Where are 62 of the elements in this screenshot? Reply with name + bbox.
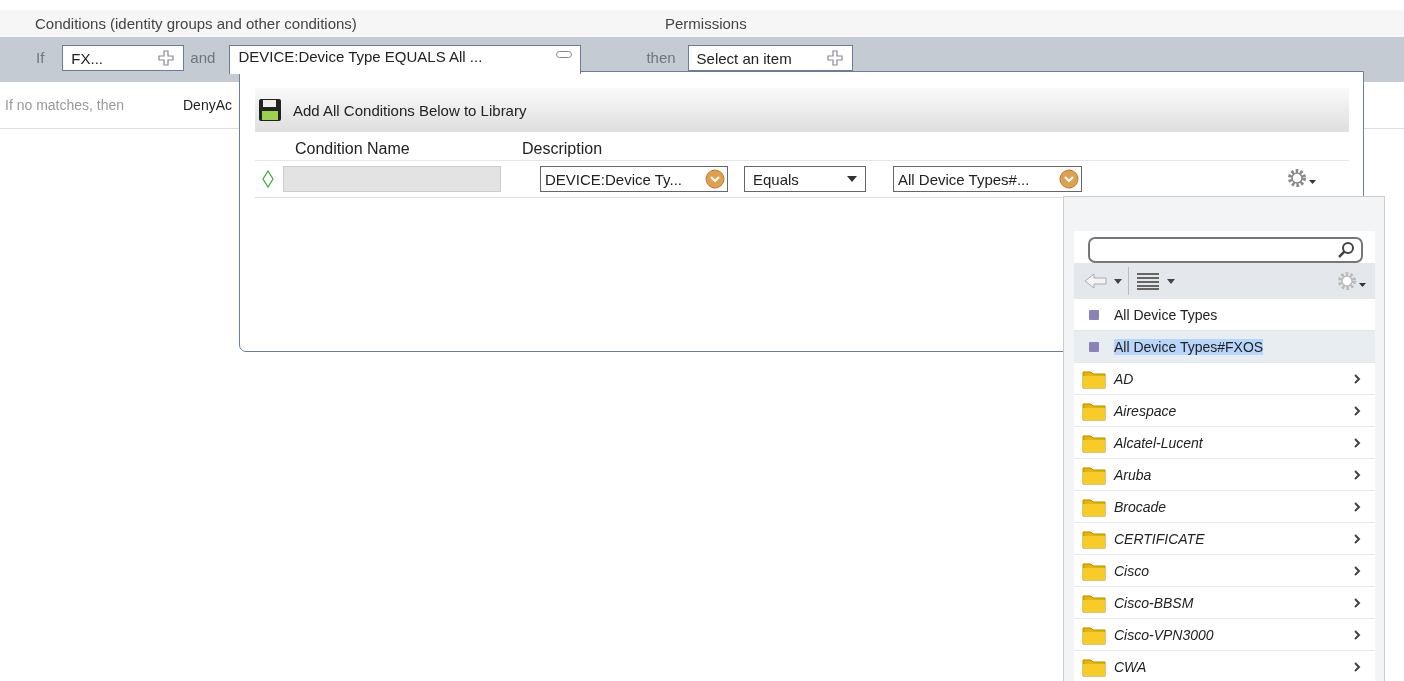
dropdown-item[interactable]: Cisco-BBSM bbox=[1074, 587, 1375, 619]
folder-icon bbox=[1082, 560, 1106, 581]
gear-icon[interactable] bbox=[1335, 270, 1369, 292]
then-label: then bbox=[646, 49, 676, 66]
diamond-icon bbox=[262, 170, 274, 188]
back-arrow-icon[interactable] bbox=[1084, 272, 1122, 290]
folder-icon bbox=[1082, 496, 1106, 517]
folder-icon bbox=[1082, 368, 1106, 389]
chevron-right-icon[interactable] bbox=[1354, 565, 1361, 576]
folder-icon bbox=[1082, 624, 1106, 645]
section-heading: Conditions (identity groups and other conditions) bbox=[34, 15, 358, 32]
value-select[interactable]: All Device Types#... bbox=[893, 166, 1082, 192]
dropdown-item[interactable]: Airespace bbox=[1074, 395, 1375, 427]
save-icon[interactable] bbox=[258, 98, 282, 122]
dropdown-item[interactable]: AD bbox=[1074, 363, 1375, 395]
folder-icon bbox=[1082, 464, 1106, 485]
caret-icon bbox=[847, 176, 857, 182]
folder-icon bbox=[1082, 656, 1106, 677]
dropdown-item[interactable]: Cisco-VPN3000 bbox=[1074, 619, 1375, 651]
dropdown-item[interactable]: CWA bbox=[1074, 651, 1375, 681]
column-header: Condition Name bbox=[295, 140, 411, 159]
dropdown-item[interactable]: All Device Types#FXOS bbox=[1074, 331, 1375, 363]
folder-icon bbox=[1082, 528, 1106, 549]
section-heading: Permissions bbox=[665, 15, 747, 32]
chevron-right-icon[interactable] bbox=[1354, 629, 1361, 640]
column-header: Description bbox=[522, 140, 603, 159]
identity-group-field[interactable]: FX... bbox=[62, 45, 185, 71]
gear-icon[interactable] bbox=[1285, 166, 1319, 189]
chevron-right-icon[interactable] bbox=[1354, 661, 1361, 672]
folder-icon bbox=[1082, 592, 1106, 613]
search-field[interactable] bbox=[1088, 237, 1363, 263]
chevron-right-icon[interactable] bbox=[1354, 373, 1361, 384]
condition-tab[interactable]: DEVICE:Device Type EQUALS All ... bbox=[229, 45, 582, 74]
default-rule-label: If no matches, then bbox=[5, 97, 126, 113]
dropdown-item[interactable]: Aruba bbox=[1074, 459, 1375, 491]
dropdown-item[interactable]: CERTIFICATE bbox=[1074, 523, 1375, 555]
folder-icon bbox=[1082, 432, 1106, 453]
operator-select[interactable]: Equals bbox=[744, 166, 866, 192]
if-label: If bbox=[36, 49, 45, 66]
condition-name-field[interactable] bbox=[283, 166, 501, 192]
chevron-right-icon[interactable] bbox=[1354, 469, 1361, 480]
attribute-select[interactable]: DEVICE:Device Ty... bbox=[540, 166, 728, 192]
chevron-right-icon[interactable] bbox=[1354, 533, 1361, 544]
default-rule-value: DenyAc bbox=[183, 97, 233, 113]
chevron-down-icon[interactable] bbox=[1059, 169, 1079, 189]
dropdown-item[interactable]: Cisco bbox=[1074, 555, 1375, 587]
plus-icon[interactable] bbox=[157, 49, 176, 67]
dropdown-item[interactable]: Alcatel-Lucent bbox=[1074, 427, 1375, 459]
add-to-library-button[interactable]: Add All Conditions Below to Library bbox=[293, 101, 527, 119]
and-label: and bbox=[190, 49, 216, 66]
chevron-right-icon[interactable] bbox=[1354, 597, 1361, 608]
bullet-icon bbox=[1089, 309, 1099, 320]
chevron-down-icon[interactable] bbox=[705, 169, 725, 189]
chevron-right-icon[interactable] bbox=[1354, 437, 1361, 448]
bullet-icon bbox=[1089, 341, 1099, 352]
chevron-right-icon[interactable] bbox=[1354, 405, 1361, 416]
plus-icon[interactable] bbox=[825, 49, 844, 67]
folder-icon bbox=[1082, 400, 1106, 421]
search-icon[interactable] bbox=[1337, 241, 1355, 259]
chevron-right-icon[interactable] bbox=[1354, 501, 1361, 512]
permission-field[interactable]: Select an item bbox=[687, 45, 853, 71]
dropdown-item[interactable]: Brocade bbox=[1074, 491, 1375, 523]
